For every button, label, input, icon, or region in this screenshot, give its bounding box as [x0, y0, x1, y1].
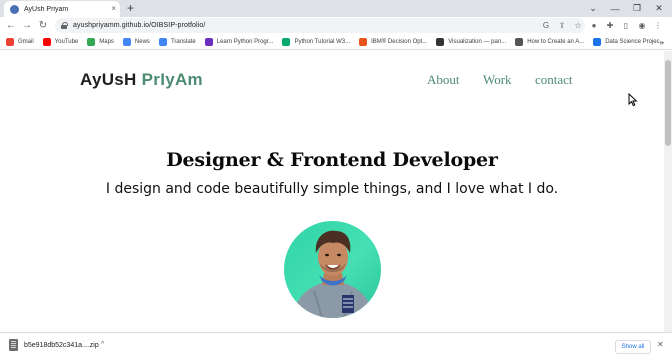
download-options-caret-icon[interactable]: ^ — [101, 341, 104, 348]
extension-icon[interactable]: ● — [586, 17, 602, 34]
maximize-button[interactable]: ❐ — [626, 0, 648, 17]
profile-icon[interactable]: ◉ — [634, 17, 650, 34]
bookmark-favicon-icon — [6, 37, 14, 46]
page-scrollbar[interactable] — [664, 51, 672, 332]
nav-about-link[interactable]: About — [427, 72, 460, 88]
bookmark-favicon-icon — [359, 37, 368, 46]
close-window-button[interactable]: ✕ — [648, 0, 670, 17]
bookmark-item[interactable]: Maps — [87, 37, 114, 46]
bookmark-label: Gmail — [18, 38, 34, 45]
bookmark-item[interactable]: How to Create an A... — [515, 37, 585, 46]
bookmark-item[interactable]: Gmail — [6, 37, 34, 46]
back-button[interactable]: ← — [4, 17, 18, 34]
mouse-cursor-icon — [628, 93, 638, 107]
bookmark-item[interactable]: IBM® Decision Opt... — [359, 37, 428, 46]
google-lens-icon[interactable]: G — [538, 17, 554, 34]
bookmark-item[interactable]: YouTube — [42, 37, 79, 46]
bookmarks-bar: Gmail YouTube Maps News Translate Learn Pytho… — [0, 34, 672, 50]
bookmark-label: Translate — [170, 38, 196, 45]
download-file-name[interactable]: b5e918db52c341a....zip — [24, 342, 99, 349]
share-icon[interactable]: ⇪ — [554, 17, 570, 34]
logo-first-name: AyUsH — [80, 70, 137, 89]
tab-title: AyUsh Priyam — [24, 5, 69, 13]
bookmark-item[interactable]: Learn Python Progr... — [204, 37, 274, 46]
bookmark-favicon-icon — [87, 37, 96, 46]
bookmarks-overflow-icon[interactable]: » — [660, 34, 664, 50]
profile-photo — [284, 221, 381, 318]
downloads-bar: b5e918db52c341a....zip ^ Show all ✕ — [0, 332, 672, 360]
tab-strip: AyUsh Priyam × + ⌄ — ❐ ✕ — [0, 0, 672, 17]
puzzle-icon[interactable]: ✚ — [602, 17, 618, 34]
bookmark-favicon-icon — [436, 37, 445, 46]
bookmark-label: IBM® Decision Opt... — [371, 38, 428, 45]
bookmark-favicon-icon — [282, 37, 291, 46]
browser-tab[interactable]: AyUsh Priyam × — [4, 1, 120, 17]
tab-search-icon[interactable]: ⌄ — [582, 0, 604, 17]
logo-last-name: PrIyAm — [141, 70, 203, 89]
minimize-button[interactable]: — — [604, 0, 626, 17]
bookmark-favicon-icon — [158, 37, 167, 46]
bookmark-item[interactable]: Visualization — pan... — [436, 37, 507, 46]
hero-headline: Designer & Frontend Developer — [166, 149, 498, 171]
bookmark-label: How to Create an A... — [527, 38, 585, 45]
site-favicon-icon — [10, 4, 19, 14]
tab-close-icon[interactable]: × — [111, 5, 116, 13]
sidepanel-icon[interactable]: ▯ — [618, 17, 634, 34]
bookmark-label: News — [134, 38, 150, 45]
site-logo[interactable]: AyUsH PrIyAm — [80, 70, 203, 90]
scrollbar-thumb[interactable] — [665, 60, 671, 146]
download-item[interactable]: b5e918db52c341a....zip — [9, 339, 99, 351]
zip-file-icon — [9, 339, 18, 351]
show-all-downloads-button[interactable]: Show all — [615, 340, 651, 354]
reload-button[interactable]: ↻ — [36, 17, 50, 34]
toolbar-icons: G ⇪ ☆ ● ✚ ▯ ◉ ⋮ — [538, 17, 666, 34]
bookmark-label: Data Science Projec... — [605, 38, 665, 45]
new-tab-button[interactable]: + — [127, 1, 134, 15]
close-downloads-bar-icon[interactable]: ✕ — [657, 340, 664, 349]
bookmark-label: YouTube — [54, 38, 79, 45]
bookmark-item[interactable]: Python Tutorial W3... — [282, 37, 351, 46]
bookmark-favicon-icon — [593, 37, 602, 46]
bookmark-item[interactable]: Data Science Projec... — [593, 37, 665, 46]
bookmark-item[interactable]: Translate — [158, 37, 196, 46]
hero-tagline: I design and code beautifully simple thi… — [105, 181, 559, 197]
bookmark-label: Python Tutorial W3... — [294, 38, 351, 45]
bookmark-favicon-icon — [515, 37, 524, 46]
browser-toolbar: ← → ↻ ayushpriyamm.github.io/OIBSIP-prot… — [0, 17, 672, 34]
person-portrait-icon — [292, 230, 374, 318]
star-icon[interactable]: ☆ — [570, 17, 586, 34]
bookmark-item[interactable]: News — [122, 37, 150, 46]
bookmark-favicon-icon — [204, 37, 213, 46]
forward-button[interactable]: → — [20, 17, 34, 34]
bookmark-label: Learn Python Progr... — [216, 38, 274, 45]
bookmark-label: Visualization — pan... — [448, 38, 507, 45]
bookmark-favicon-icon — [42, 37, 51, 46]
page-viewport: AyUsH PrIyAm About Work contact Designer… — [0, 51, 664, 332]
nav-contact-link[interactable]: contact — [535, 72, 573, 88]
url-text[interactable]: ayushpriyamm.github.io/OIBSIP-protfolio/ — [73, 22, 205, 29]
bookmark-favicon-icon — [122, 37, 131, 46]
bookmark-label: Maps — [99, 38, 114, 45]
nav-work-link[interactable]: Work — [483, 72, 512, 88]
address-bar[interactable]: ayushpriyamm.github.io/OIBSIP-protfolio/ — [55, 18, 585, 33]
lock-icon[interactable] — [61, 22, 68, 29]
menu-icon[interactable]: ⋮ — [650, 17, 666, 34]
